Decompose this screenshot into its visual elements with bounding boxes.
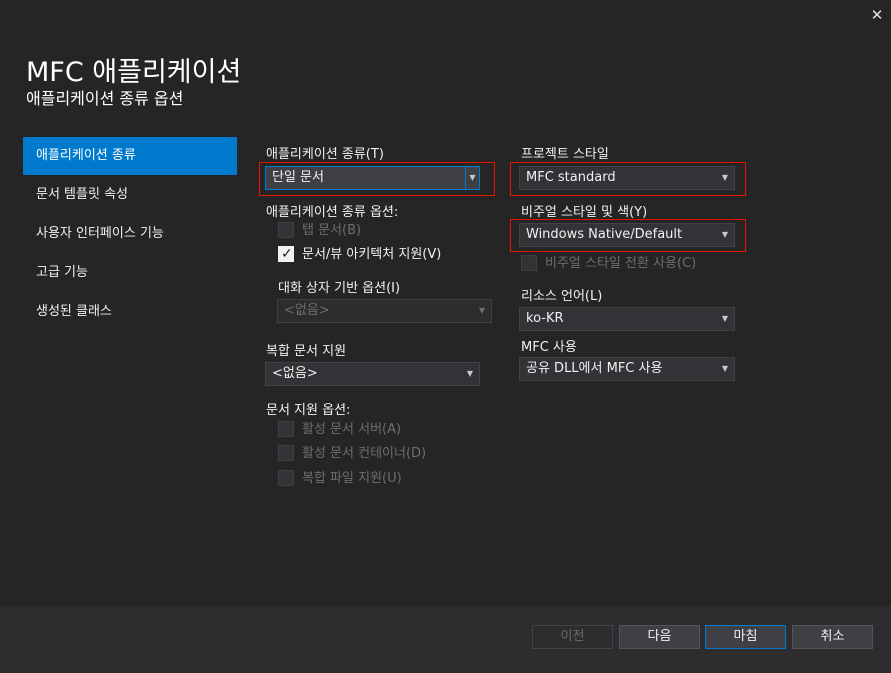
chevron-down-icon: ▼ bbox=[721, 173, 728, 182]
visual-style-toggle-label: 비주얼 스타일 전환 사용(C) bbox=[545, 256, 697, 271]
resource-lang-label: 리소스 언어(L) bbox=[521, 289, 603, 304]
visual-style-value: Windows Native/Default bbox=[526, 227, 683, 242]
tabbed-documents-option: 탭 문서(B) bbox=[278, 221, 361, 241]
compound-doc-select[interactable]: <없음> ▼ bbox=[265, 362, 480, 386]
active-container-label: 활성 문서 컨테이너(D) bbox=[302, 446, 427, 461]
page-subtitle: 애플리케이션 종류 옵션 bbox=[26, 89, 184, 108]
compound-doc-value: <없음> bbox=[272, 366, 318, 381]
checkmark-icon: ✓ bbox=[281, 246, 293, 262]
dialog-options-label: 대화 상자 기반 옵션(I) bbox=[278, 281, 401, 296]
sidebar-item-document-template[interactable]: 문서 템플릿 속성 bbox=[23, 176, 237, 214]
chevron-down-icon: ▼ bbox=[478, 306, 485, 315]
compound-file-option: 복합 파일 지원(U) bbox=[278, 469, 402, 489]
resource-lang-select[interactable]: ko-KR ▼ bbox=[519, 307, 735, 331]
sidebar-item-application-type[interactable]: 애플리케이션 종류 bbox=[23, 137, 237, 175]
mfc-use-label: MFC 사용 bbox=[521, 340, 577, 355]
mfc-use-value: 공유 DLL에서 MFC 사용 bbox=[526, 361, 663, 376]
compound-doc-label: 복합 문서 지원 bbox=[266, 344, 347, 359]
compound-file-label: 복합 파일 지원(U) bbox=[302, 471, 402, 486]
finish-button[interactable]: 마침 bbox=[705, 625, 786, 649]
project-style-select[interactable]: MFC standard ▼ bbox=[519, 166, 735, 190]
chevron-down-icon: ▼ bbox=[721, 314, 728, 323]
chevron-down-icon: ▼ bbox=[466, 369, 473, 378]
sidebar-item-generated-classes[interactable]: 생성된 클래스 bbox=[23, 293, 237, 331]
visual-style-toggle-option: 비주얼 스타일 전환 사용(C) bbox=[521, 254, 696, 274]
prev-button[interactable]: 이전 bbox=[532, 625, 613, 649]
doc-view-label: 문서/뷰 아키텍처 지원(V) bbox=[302, 247, 442, 262]
dialog-options-value: <없음> bbox=[284, 303, 330, 318]
doc-view-checkbox[interactable]: ✓ bbox=[278, 246, 294, 262]
next-button[interactable]: 다음 bbox=[619, 625, 700, 649]
page-title: MFC 애플리케이션 bbox=[26, 57, 242, 88]
close-button[interactable]: ✕ bbox=[866, 4, 888, 26]
tabbed-documents-label: 탭 문서(B) bbox=[302, 223, 362, 238]
mfc-use-select[interactable]: 공유 DLL에서 MFC 사용 ▼ bbox=[519, 357, 735, 381]
close-icon: ✕ bbox=[870, 6, 884, 24]
sidebar-item-advanced[interactable]: 고급 기능 bbox=[23, 254, 237, 292]
app-type-options-label: 애플리케이션 종류 옵션: bbox=[266, 205, 399, 220]
app-type-value: 단일 문서 bbox=[272, 170, 324, 185]
app-type-select[interactable]: 단일 문서 ▼ bbox=[265, 166, 480, 190]
project-style-value: MFC standard bbox=[526, 170, 616, 185]
chevron-down-icon: ▼ bbox=[465, 167, 479, 189]
project-style-label: 프로젝트 스타일 bbox=[521, 147, 609, 162]
doc-view-option: ✓ 문서/뷰 아키텍처 지원(V) bbox=[278, 245, 441, 265]
cancel-button[interactable]: 취소 bbox=[792, 625, 873, 649]
visual-style-label: 비주얼 스타일 및 색(Y) bbox=[521, 205, 648, 220]
visual-style-select[interactable]: Windows Native/Default ▼ bbox=[519, 223, 735, 247]
active-server-option: 활성 문서 서버(A) bbox=[278, 420, 401, 440]
visual-style-toggle-checkbox[interactable] bbox=[521, 255, 537, 271]
active-container-option: 활성 문서 컨테이너(D) bbox=[278, 444, 426, 464]
doc-support-label: 문서 지원 옵션: bbox=[266, 403, 351, 418]
active-server-label: 활성 문서 서버(A) bbox=[302, 422, 402, 437]
dialog-options-select[interactable]: <없음> ▼ bbox=[277, 299, 492, 323]
sidebar: 애플리케이션 종류 문서 템플릿 속성 사용자 인터페이스 기능 고급 기능 생… bbox=[23, 137, 237, 332]
chevron-down-icon: ▼ bbox=[721, 230, 728, 239]
sidebar-item-user-interface[interactable]: 사용자 인터페이스 기능 bbox=[23, 215, 237, 253]
active-container-checkbox[interactable] bbox=[278, 445, 294, 461]
chevron-down-icon: ▼ bbox=[721, 364, 728, 373]
tabbed-documents-checkbox[interactable] bbox=[278, 222, 294, 238]
resource-lang-value: ko-KR bbox=[526, 311, 564, 326]
active-server-checkbox[interactable] bbox=[278, 421, 294, 437]
app-type-label: 애플리케이션 종류(T) bbox=[266, 147, 384, 162]
compound-file-checkbox[interactable] bbox=[278, 470, 294, 486]
